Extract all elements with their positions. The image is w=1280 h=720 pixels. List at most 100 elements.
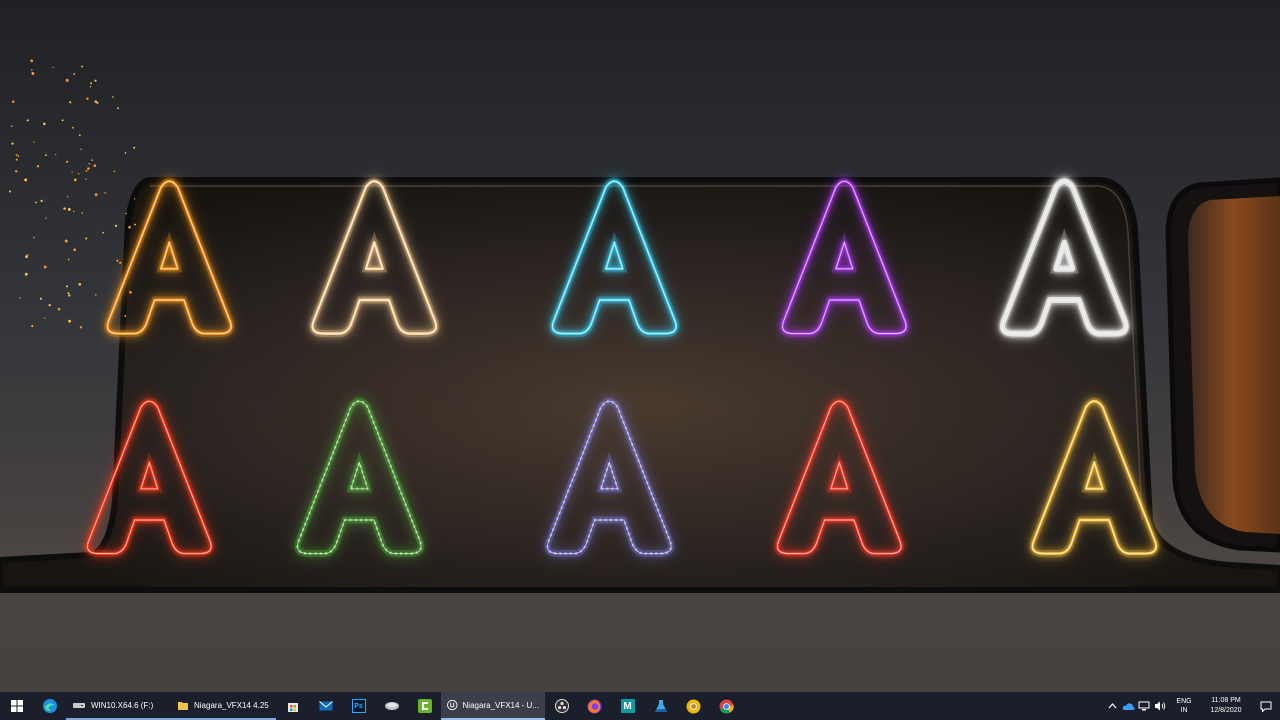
- taskbar-obs[interactable]: [545, 692, 578, 720]
- spark-particle: [88, 163, 90, 165]
- action-center-button[interactable]: [1252, 692, 1280, 720]
- taskbar-store[interactable]: [276, 692, 309, 720]
- drive-icon: [73, 703, 85, 708]
- windows-logo-icon: [10, 700, 23, 712]
- spark-particle: [78, 134, 81, 137]
- taskbar-chrome[interactable]: [710, 692, 743, 720]
- task-unreal[interactable]: Niagara_VFX14 - U...: [441, 692, 545, 720]
- cloud-icon: [1122, 702, 1135, 710]
- spark-particle: [81, 65, 83, 68]
- spark-particle: [85, 170, 88, 172]
- spark-particle: [19, 297, 21, 299]
- taskbar-maya[interactable]: M: [611, 692, 644, 720]
- spark-particle: [61, 119, 64, 122]
- taskbar-edge[interactable]: [33, 692, 66, 720]
- spark-particle: [31, 325, 34, 328]
- spark-particle: [116, 259, 119, 262]
- spark-particle: [125, 212, 127, 215]
- task-unreal-label: Niagara_VFX14 - U...: [462, 700, 539, 710]
- windows-taskbar: WIN10.X64.6 (F:) Niagara_VFX14 4.25 Ps N…: [0, 692, 1280, 720]
- tray-overflow[interactable]: [1104, 692, 1120, 720]
- spark-particle: [31, 69, 33, 71]
- photoshop-icon: Ps: [351, 699, 366, 713]
- spark-particle: [35, 201, 37, 204]
- taskbar-photoshop[interactable]: Ps: [342, 692, 375, 720]
- spark-particle: [87, 167, 90, 170]
- spark-particle: [39, 297, 43, 300]
- task-folder[interactable]: Niagara_VFX14 4.25: [171, 692, 276, 720]
- chrome-canary-icon: [686, 699, 701, 713]
- spark-particle: [69, 101, 72, 104]
- spark-particle: [24, 178, 28, 182]
- spark-particle: [113, 170, 115, 172]
- spark-particle: [43, 122, 46, 126]
- tray-network[interactable]: [1136, 692, 1152, 720]
- spark-particle: [44, 317, 46, 319]
- spark-particle: [78, 282, 82, 286]
- spark-particle: [124, 315, 127, 317]
- task-drive[interactable]: WIN10.X64.6 (F:): [66, 692, 171, 720]
- spark-particle: [45, 217, 47, 219]
- edge-icon: [42, 699, 57, 713]
- spark-particle: [73, 210, 75, 213]
- maya-icon: M: [620, 699, 635, 713]
- taskbar-firefox[interactable]: [578, 692, 611, 720]
- spark-particle: [8, 190, 12, 193]
- spark-particle: [10, 125, 13, 127]
- spark-particle: [128, 225, 131, 229]
- spark-particle: [119, 261, 122, 264]
- spark-particle: [11, 100, 15, 103]
- flask-icon: [654, 700, 667, 712]
- unreal-viewport[interactable]: [0, 0, 1280, 692]
- spark-particle: [91, 159, 93, 161]
- spark-particle: [94, 293, 97, 296]
- spark-particle: [73, 178, 77, 182]
- spark-particle: [134, 223, 136, 226]
- region-code: IN: [1180, 707, 1188, 714]
- spark-particle: [77, 173, 80, 175]
- spark-particle: [72, 126, 74, 129]
- spark-particle: [67, 207, 71, 211]
- spark-particle: [116, 107, 119, 110]
- spark-particle: [102, 231, 105, 234]
- tray-onedrive[interactable]: [1120, 692, 1136, 720]
- task-folder-label: Niagara_VFX14 4.25: [194, 700, 269, 710]
- spark-particle: [104, 192, 107, 194]
- taskbar-mail[interactable]: [309, 692, 342, 720]
- chevron-up-icon: [1108, 703, 1116, 709]
- clock-date: 12/8/2020: [1210, 707, 1242, 714]
- spark-particle: [81, 212, 84, 214]
- network-icon: [1138, 701, 1150, 710]
- spark-particle: [17, 155, 20, 157]
- taskbar-camtasia[interactable]: [408, 692, 441, 720]
- clock[interactable]: 11:08 PM 12/8/2020: [1200, 696, 1252, 716]
- system-tray: ENG IN 11:08 PM 12/8/2020: [1104, 692, 1280, 720]
- spark-particle: [85, 178, 87, 180]
- spark-particle: [65, 285, 69, 288]
- niagara-vfx-scene: [0, 0, 1280, 692]
- language-indicator[interactable]: ENG IN: [1172, 697, 1196, 715]
- taskbar-network-drive[interactable]: [375, 692, 408, 720]
- spark-particle: [89, 86, 92, 88]
- spark-particle: [112, 96, 114, 98]
- spark-particle: [52, 66, 54, 69]
- spark-particle: [33, 141, 35, 143]
- spark-particle: [11, 142, 14, 145]
- task-drive-label: WIN10.X64.6 (F:): [91, 700, 154, 710]
- spark-particle: [94, 79, 97, 82]
- taskbar-chrome-canary[interactable]: [677, 692, 710, 720]
- spark-particle: [67, 292, 70, 295]
- camtasia-icon: [417, 699, 432, 713]
- tray-volume[interactable]: [1152, 692, 1168, 720]
- folder-icon: [178, 702, 188, 710]
- spark-particle: [94, 100, 97, 103]
- spark-particle: [67, 258, 70, 261]
- spark-particle: [26, 254, 29, 257]
- spark-particle: [55, 153, 57, 156]
- taskbar-flask-app[interactable]: [644, 692, 677, 720]
- spark-particle: [33, 236, 35, 239]
- spark-particle: [48, 303, 51, 307]
- spark-particle: [45, 154, 47, 157]
- start-button[interactable]: [0, 692, 33, 720]
- spark-particle: [90, 82, 93, 85]
